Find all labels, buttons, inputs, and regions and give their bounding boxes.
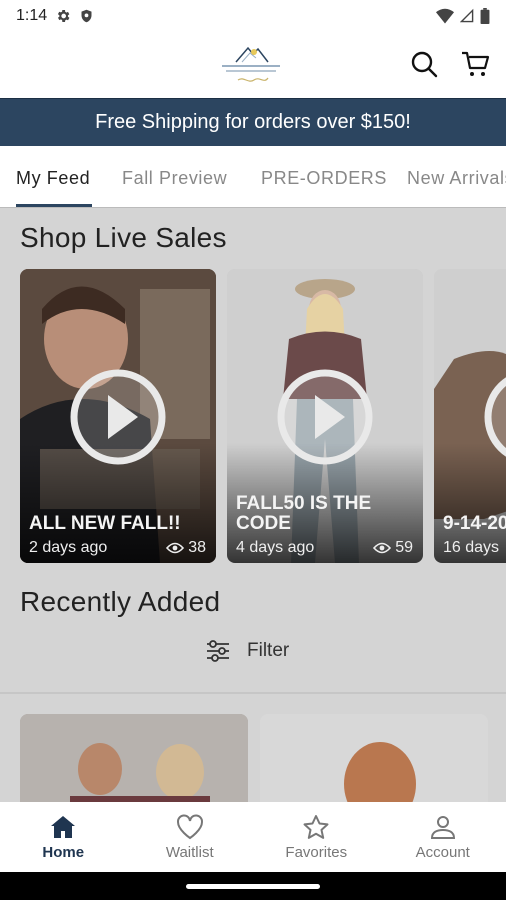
tab-new-arrivals[interactable]: New Arrivals <box>407 168 506 189</box>
view-count-value: 59 <box>395 539 413 556</box>
filter-button[interactable]: Filter <box>205 640 289 662</box>
shield-icon <box>81 9 92 23</box>
view-count: 38 <box>166 539 206 557</box>
play-icon <box>484 377 506 457</box>
battery-icon <box>480 8 490 24</box>
cart-icon <box>462 51 490 76</box>
tab-pre-orders[interactable]: PRE-ORDERS <box>261 168 387 189</box>
status-bar: 1:14 <box>0 0 506 32</box>
cell-signal-icon <box>460 8 474 23</box>
tab-my-feed[interactable]: My Feed <box>16 168 90 189</box>
product-card[interactable] <box>260 714 488 802</box>
live-sale-title: 9-14-20 <box>443 513 506 534</box>
feed-content: Shop Live Sales ALL NEW FALL!! 2 days ag… <box>0 208 506 802</box>
nav-account[interactable]: Account <box>380 802 506 872</box>
product-image <box>260 714 488 802</box>
live-sale-time: 4 days ago <box>236 539 315 556</box>
eye-icon <box>373 542 392 554</box>
promo-text: Free Shipping for orders over $150! <box>95 111 411 133</box>
sliders-icon <box>207 640 229 662</box>
wifi-icon <box>436 8 454 24</box>
play-icon <box>277 369 373 465</box>
active-tab-indicator <box>16 204 92 207</box>
app-header <box>0 32 506 98</box>
nav-home[interactable]: Home <box>0 802 127 872</box>
star-icon <box>303 815 329 839</box>
heart-icon <box>176 814 203 840</box>
nav-waitlist[interactable]: Waitlist <box>127 802 254 872</box>
home-icon <box>51 816 76 838</box>
system-nav-bar <box>0 872 506 900</box>
live-sale-title: FALL50 IS THE CODE <box>236 493 372 534</box>
live-sale-card[interactable]: 9-14-20 16 days <box>434 269 506 563</box>
live-sale-title: ALL NEW FALL!! <box>29 513 181 534</box>
search-button[interactable] <box>408 48 440 80</box>
eye-icon <box>166 542 185 554</box>
product-image <box>20 714 248 802</box>
live-sale-card[interactable]: FALL50 IS THE CODE 4 days ago 59 <box>227 269 423 563</box>
settings-gear-icon <box>58 10 70 22</box>
category-tabs: My Feed Fall Preview PRE-ORDERS New Arri… <box>0 146 506 208</box>
search-icon <box>411 51 438 78</box>
person-icon <box>430 816 455 839</box>
brand-logo[interactable] <box>216 40 286 90</box>
nav-favorites[interactable]: Favorites <box>253 802 380 872</box>
live-sales-heading: Shop Live Sales <box>20 222 227 253</box>
live-sale-card[interactable]: ALL NEW FALL!! 2 days ago 38 <box>20 269 216 563</box>
view-count: 59 <box>373 539 413 557</box>
play-icon <box>70 369 166 465</box>
tab-fall-preview[interactable]: Fall Preview <box>122 168 227 189</box>
bottom-navigation: Home Waitlist Favorites Account <box>0 802 506 872</box>
live-sale-time: 2 days ago <box>29 539 108 556</box>
view-count-value: 38 <box>188 539 206 556</box>
nav-waitlist-label: Waitlist <box>165 844 214 861</box>
home-gesture-handle[interactable] <box>186 884 320 889</box>
filter-label: Filter <box>247 640 290 661</box>
live-sale-time: 16 days <box>443 539 500 556</box>
promo-banner: Free Shipping for orders over $150! <box>0 98 506 146</box>
recently-added-heading: Recently Added <box>20 586 221 617</box>
cart-button[interactable] <box>460 48 492 80</box>
product-card[interactable] <box>20 714 248 802</box>
nav-home-label: Home <box>42 844 85 861</box>
nav-favorites-label: Favorites <box>285 844 348 861</box>
status-time: 1:14 <box>16 7 48 24</box>
section-divider <box>0 692 506 694</box>
nav-account-label: Account <box>415 844 470 861</box>
